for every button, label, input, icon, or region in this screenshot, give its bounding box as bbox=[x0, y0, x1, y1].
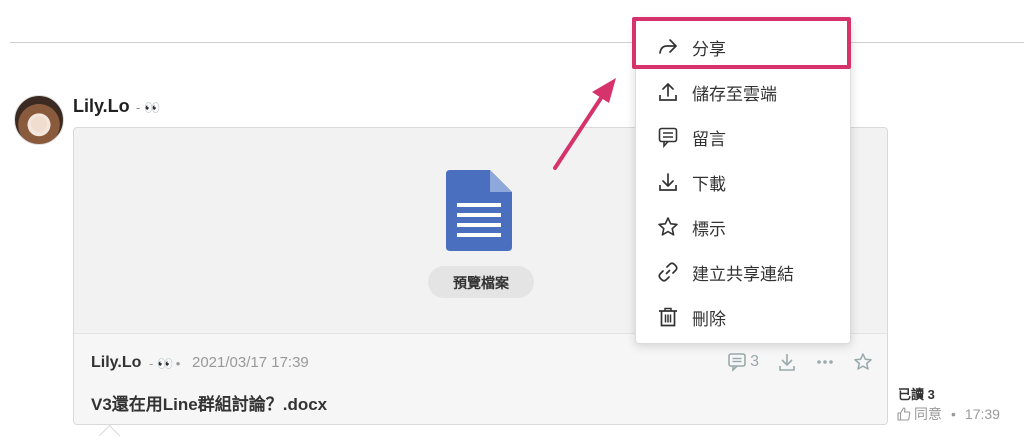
read-count[interactable]: 已讀 3 bbox=[898, 384, 935, 403]
agree-label[interactable]: 同意 bbox=[914, 404, 942, 424]
trash-icon bbox=[659, 307, 677, 327]
star-icon[interactable] bbox=[853, 352, 873, 372]
top-divider bbox=[10, 42, 1024, 43]
agree-status: 同意 • 17:39 bbox=[897, 404, 1000, 424]
eyes-emoji: 👀 bbox=[156, 356, 173, 371]
thumbs-up-icon[interactable] bbox=[897, 407, 911, 421]
more-icon[interactable] bbox=[815, 352, 835, 372]
upload-icon bbox=[659, 83, 677, 101]
star-icon bbox=[658, 217, 678, 236]
link-icon bbox=[658, 262, 678, 282]
document-icon[interactable] bbox=[446, 170, 512, 251]
menu-item-delete[interactable]: 刪除 bbox=[636, 295, 850, 339]
message-author[interactable]: Lily.Lo bbox=[91, 354, 141, 372]
menu-item-label: 儲存至雲端 bbox=[692, 84, 777, 104]
menu-item-label: 下載 bbox=[692, 174, 726, 194]
file-name[interactable]: V3還在用Line群組討論？.docx bbox=[91, 390, 327, 415]
menu-item-label: 標示 bbox=[692, 219, 726, 239]
author-separator: - bbox=[136, 100, 141, 115]
comment-action[interactable]: 3 bbox=[727, 352, 759, 372]
menu-item-label: 分享 bbox=[692, 39, 726, 59]
menu-item-save-to-cloud[interactable]: 儲存至雲端 bbox=[636, 70, 850, 114]
agree-dot: • bbox=[951, 406, 956, 422]
menu-item-download[interactable]: 下載 bbox=[636, 160, 850, 204]
preview-file-button[interactable]: 預覽檔案 bbox=[428, 266, 534, 298]
message-author-status: - 👀 • bbox=[149, 356, 180, 372]
message-timestamp: 2021/03/17 17:39 bbox=[192, 354, 309, 371]
menu-item-comment[interactable]: 留言 bbox=[636, 115, 850, 159]
menu-item-create-share-link[interactable]: 建立共享連結 bbox=[636, 250, 850, 294]
comment-icon bbox=[658, 127, 678, 148]
message-separator: - bbox=[149, 356, 154, 371]
download-icon[interactable] bbox=[777, 352, 797, 372]
message-dot: • bbox=[175, 356, 181, 371]
menu-item-label: 刪除 bbox=[692, 309, 726, 329]
card-footer: Lily.Lo - 👀 • 2021/03/17 17:39 V3還在用Line… bbox=[74, 333, 887, 424]
context-menu: 分享 儲存至雲端 留言 下載 標示 建立共享連結 刪除 bbox=[635, 20, 851, 344]
comment-count: 3 bbox=[750, 353, 759, 370]
menu-item-label: 留言 bbox=[692, 129, 726, 149]
footer-actions: 3 bbox=[727, 352, 873, 372]
agree-time: 17:39 bbox=[964, 406, 1000, 422]
avatar[interactable] bbox=[14, 95, 64, 145]
comment-icon bbox=[728, 353, 746, 372]
menu-item-label: 建立共享連結 bbox=[692, 264, 794, 284]
post-author-status: - 👀 bbox=[136, 100, 160, 116]
download-icon bbox=[659, 173, 677, 191]
post-author-name[interactable]: Lily.Lo bbox=[73, 96, 130, 117]
eyes-emoji: 👀 bbox=[143, 100, 160, 115]
menu-item-mark[interactable]: 標示 bbox=[636, 205, 850, 249]
card-pointer bbox=[98, 424, 121, 446]
share-icon bbox=[659, 39, 677, 54]
menu-item-share[interactable]: 分享 bbox=[636, 25, 850, 69]
